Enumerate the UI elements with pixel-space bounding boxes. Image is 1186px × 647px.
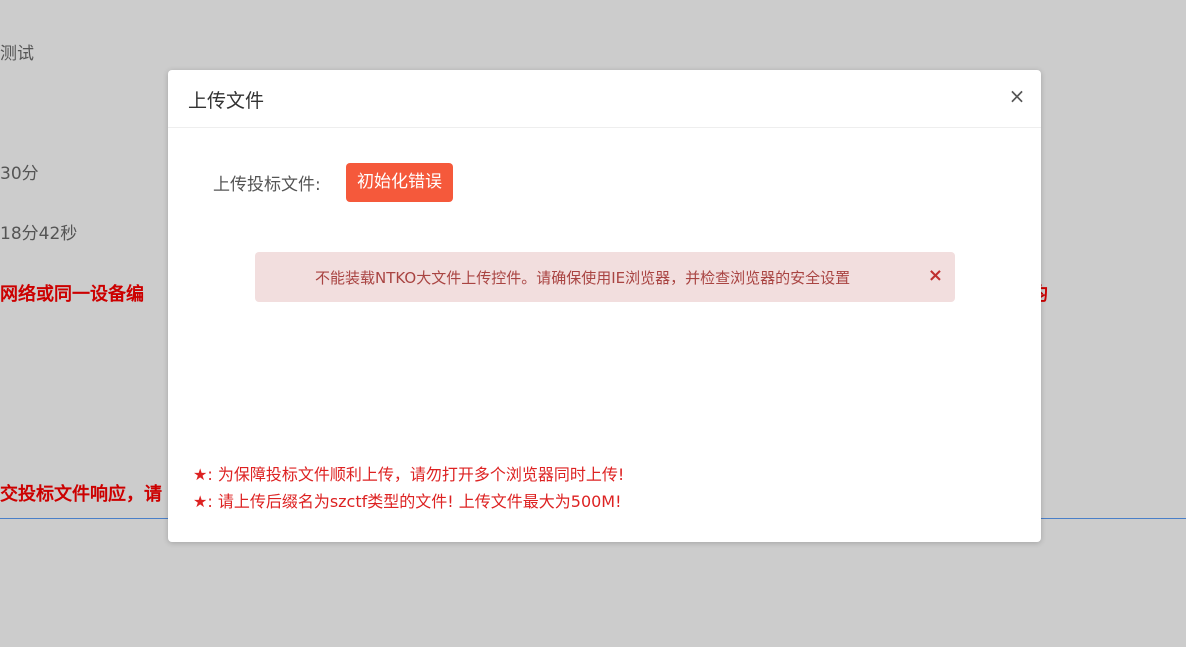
upload-bid-file-label: 上传投标文件: [213, 175, 321, 195]
dialog-close-button[interactable]: × [1007, 86, 1027, 106]
init-error-button[interactable]: 初始化错误 [346, 163, 453, 202]
upload-note-file-type: ★: 请上传后缀名为szctf类型的文件! 上传文件最大为500M! [193, 492, 622, 511]
close-icon: × [1008, 84, 1026, 108]
background-text-remaining-time: 18分42秒 [0, 224, 78, 244]
upload-note-multi-browser: ★: 为保障投标文件顺利上传，请勿打开多个浏览器同时上传! [193, 465, 625, 484]
error-alert: 不能装载NTKO大文件上传控件。请确保使用IE浏览器，并检查浏览器的安全设置 × [255, 252, 955, 302]
dialog-title: 上传文件 [188, 90, 265, 112]
background-text-duration: 30分 [0, 164, 39, 184]
upload-file-dialog: 上传文件 × 上传投标文件: 初始化错误 不能装载NTKO大文件上传控件。请确保… [168, 70, 1041, 542]
alert-close-button[interactable]: × [928, 265, 943, 286]
background-bottom-text: 交投标文件响应，请 [0, 484, 162, 505]
dialog-header: 上传文件 × [168, 70, 1041, 128]
alert-message: 不能装载NTKO大文件上传控件。请确保使用IE浏览器，并检查浏览器的安全设置 [315, 269, 851, 287]
background-text-test: 测试 [0, 44, 34, 64]
close-icon: × [927, 265, 943, 286]
background-warning-left: 网络或同一设备编 [0, 284, 144, 305]
